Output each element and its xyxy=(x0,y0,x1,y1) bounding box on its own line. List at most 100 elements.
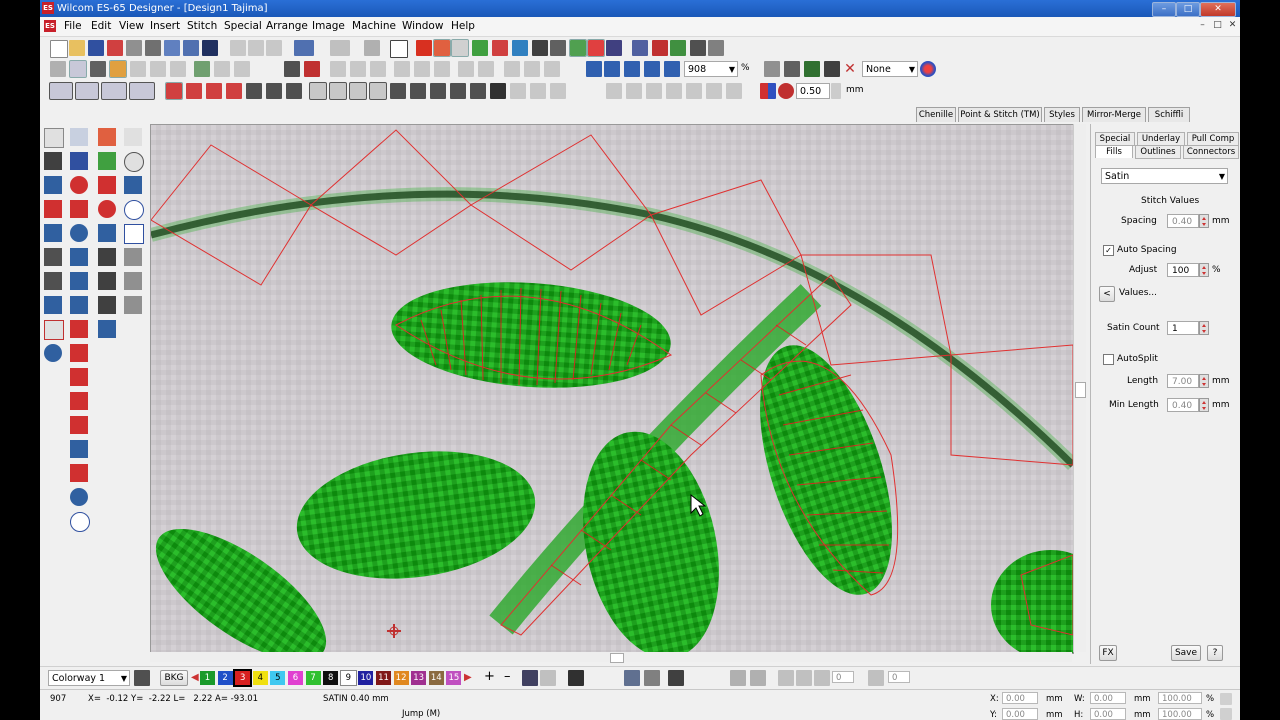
write-to-disk-icon[interactable] xyxy=(202,40,218,56)
proportional-lock-icon[interactable] xyxy=(1220,693,1232,705)
skew-angle-icon[interactable] xyxy=(868,670,884,686)
vertical-scroll-thumb[interactable] xyxy=(1075,382,1086,398)
tab-outlines[interactable]: Outlines xyxy=(1135,145,1181,159)
sequence-icon[interactable] xyxy=(44,344,62,362)
edit-shape-icon[interactable] xyxy=(124,176,142,194)
team-names-icon[interactable] xyxy=(124,248,142,266)
align-bottom-icon[interactable] xyxy=(434,61,450,77)
travel-start-icon[interactable] xyxy=(624,670,640,686)
zoom-icon[interactable] xyxy=(586,61,602,77)
x-position-input[interactable]: 0.00 xyxy=(1002,692,1038,704)
run-tool-icon[interactable] xyxy=(75,82,99,100)
design-list-icon[interactable] xyxy=(690,40,706,56)
flip-icon[interactable] xyxy=(666,83,682,99)
color-swatch-14[interactable]: 14 xyxy=(428,671,444,685)
paste-icon[interactable] xyxy=(266,40,282,56)
color-swatch-5[interactable]: 5 xyxy=(270,671,286,685)
product-select[interactable]: None ▼ xyxy=(862,61,918,77)
stitch-count-icon[interactable] xyxy=(98,296,116,314)
circular-icon[interactable] xyxy=(70,512,90,532)
show-bitmap-icon[interactable] xyxy=(569,39,587,57)
rotate-left-icon[interactable] xyxy=(778,670,794,686)
background-button[interactable]: BKG xyxy=(160,670,188,686)
show-stitches-icon[interactable] xyxy=(416,40,432,56)
make-same-width-icon[interactable] xyxy=(504,61,520,77)
align-top-icon[interactable] xyxy=(394,61,410,77)
align-left-icon[interactable] xyxy=(330,61,346,77)
show-grid-icon[interactable] xyxy=(532,40,548,56)
tie-in-icon[interactable] xyxy=(304,61,320,77)
palette-grid-icon[interactable] xyxy=(134,670,150,686)
column-a-icon[interactable] xyxy=(70,344,88,362)
length-spin[interactable] xyxy=(1199,374,1209,388)
add-color-icon[interactable]: + xyxy=(484,669,495,684)
skew-icon[interactable] xyxy=(646,83,662,99)
arrange-icon[interactable] xyxy=(726,83,742,99)
apply-icon[interactable] xyxy=(364,40,380,56)
color-swatch-10[interactable]: 10 xyxy=(358,671,374,685)
overview-icon[interactable] xyxy=(708,40,724,56)
height-percent-input[interactable]: 100.00 xyxy=(1158,708,1202,720)
cordstitch-icon[interactable] xyxy=(430,83,446,99)
e-stitch-icon[interactable] xyxy=(226,83,242,99)
rotate-input[interactable]: 0 xyxy=(832,671,854,683)
tab-schiffli[interactable]: Schiffli xyxy=(1148,107,1190,122)
menu-insert[interactable]: Insert xyxy=(150,20,180,32)
delete-color-icon[interactable] xyxy=(540,670,556,686)
color-swatch-1[interactable]: 1 xyxy=(200,671,215,685)
color-swatch-4[interactable]: 4 xyxy=(252,671,268,685)
travel-back-icon[interactable] xyxy=(730,670,746,686)
tab-pull-comp[interactable]: Pull Comp xyxy=(1187,132,1239,146)
show-vector-icon[interactable] xyxy=(587,39,605,57)
mdi-restore-button[interactable]: □ xyxy=(1211,20,1224,31)
select-object-icon[interactable] xyxy=(50,61,66,77)
ungroup-icon[interactable] xyxy=(214,61,230,77)
repeat-tool-icon[interactable] xyxy=(129,82,155,100)
select-arrow-icon[interactable] xyxy=(44,128,64,148)
pan-icon[interactable] xyxy=(804,61,820,77)
point-icon[interactable] xyxy=(70,320,88,338)
save-icon[interactable] xyxy=(88,40,104,56)
menu-view[interactable]: View xyxy=(119,20,144,32)
travel-prev-icon[interactable] xyxy=(750,670,766,686)
complex-fill-icon[interactable] xyxy=(70,416,88,434)
knife-icon[interactable] xyxy=(90,61,106,77)
spacing-input[interactable]: 0.40 xyxy=(1167,214,1199,228)
target-icon[interactable] xyxy=(70,176,88,194)
min-length-input[interactable]: 0.40 xyxy=(1167,398,1199,412)
zoom-select[interactable]: 908 ▼ xyxy=(684,61,738,77)
flower-icon[interactable] xyxy=(98,128,116,146)
stitch-list-icon[interactable] xyxy=(670,40,686,56)
pattern-fill-icon[interactable] xyxy=(246,83,262,99)
column-b-icon[interactable] xyxy=(70,368,88,386)
help-button[interactable]: ? xyxy=(1207,645,1223,661)
menu-stitch[interactable]: Stitch xyxy=(187,20,217,32)
minimize-button[interactable]: – xyxy=(1152,2,1176,17)
skew-input[interactable]: 0 xyxy=(888,671,910,683)
zoom-box-icon[interactable] xyxy=(644,61,660,77)
sculpture-icon[interactable] xyxy=(530,83,546,99)
tatami-fill-icon[interactable] xyxy=(186,83,202,99)
appliqué-icon[interactable] xyxy=(70,488,88,506)
ring-icon[interactable] xyxy=(98,224,116,242)
scale-icon[interactable] xyxy=(686,83,702,99)
zigzag-fill-icon[interactable] xyxy=(206,83,222,99)
align-right-icon[interactable] xyxy=(370,61,386,77)
outline-color-icon[interactable] xyxy=(778,83,794,99)
outline-single-icon[interactable] xyxy=(309,82,327,100)
menu-window[interactable]: Window xyxy=(402,20,443,32)
color-swatch-2[interactable]: 2 xyxy=(217,671,233,685)
ellipse-icon[interactable] xyxy=(124,200,144,220)
redo-icon[interactable] xyxy=(330,40,350,56)
open-icon[interactable] xyxy=(69,40,85,56)
column-c-icon[interactable] xyxy=(70,392,88,410)
show-connectors-icon[interactable] xyxy=(472,40,488,56)
chevron-left-icon[interactable]: ◀ xyxy=(191,672,199,683)
check-icon[interactable] xyxy=(390,40,408,58)
trim-icon[interactable] xyxy=(284,61,300,77)
lines-icon[interactable] xyxy=(490,83,506,99)
cut-icon[interactable] xyxy=(130,61,146,77)
auto-start-end-icon[interactable] xyxy=(44,296,62,314)
show-hoop-icon[interactable] xyxy=(550,40,566,56)
satin-count-spin[interactable] xyxy=(1199,321,1209,335)
